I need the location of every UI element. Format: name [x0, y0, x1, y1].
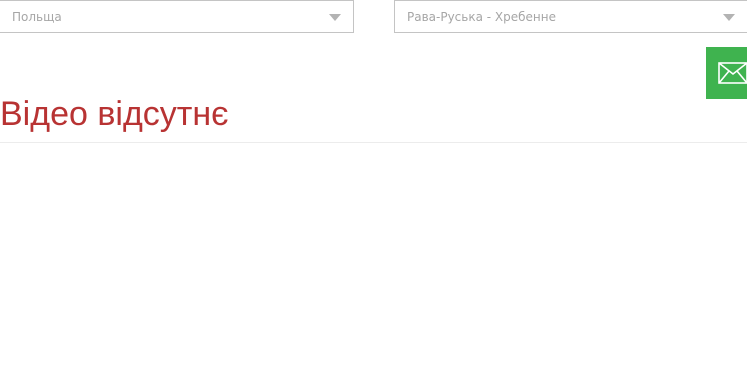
- crossing-select-value: Рава-Руська - Хребенне: [407, 10, 556, 24]
- country-select[interactable]: Польща: [0, 0, 354, 33]
- divider: [0, 142, 747, 143]
- video-unavailable-heading: Відео відсутнє: [0, 95, 229, 133]
- page: Польща Рава-Руська - Хребенне Відео відс…: [0, 0, 747, 385]
- country-select-value: Польща: [12, 10, 62, 24]
- contact-mail-button[interactable]: [706, 47, 747, 99]
- crossing-select[interactable]: Рава-Руська - Хребенне: [394, 0, 747, 33]
- chevron-down-icon: [723, 14, 735, 21]
- envelope-icon: [718, 62, 747, 84]
- chevron-down-icon: [329, 14, 341, 21]
